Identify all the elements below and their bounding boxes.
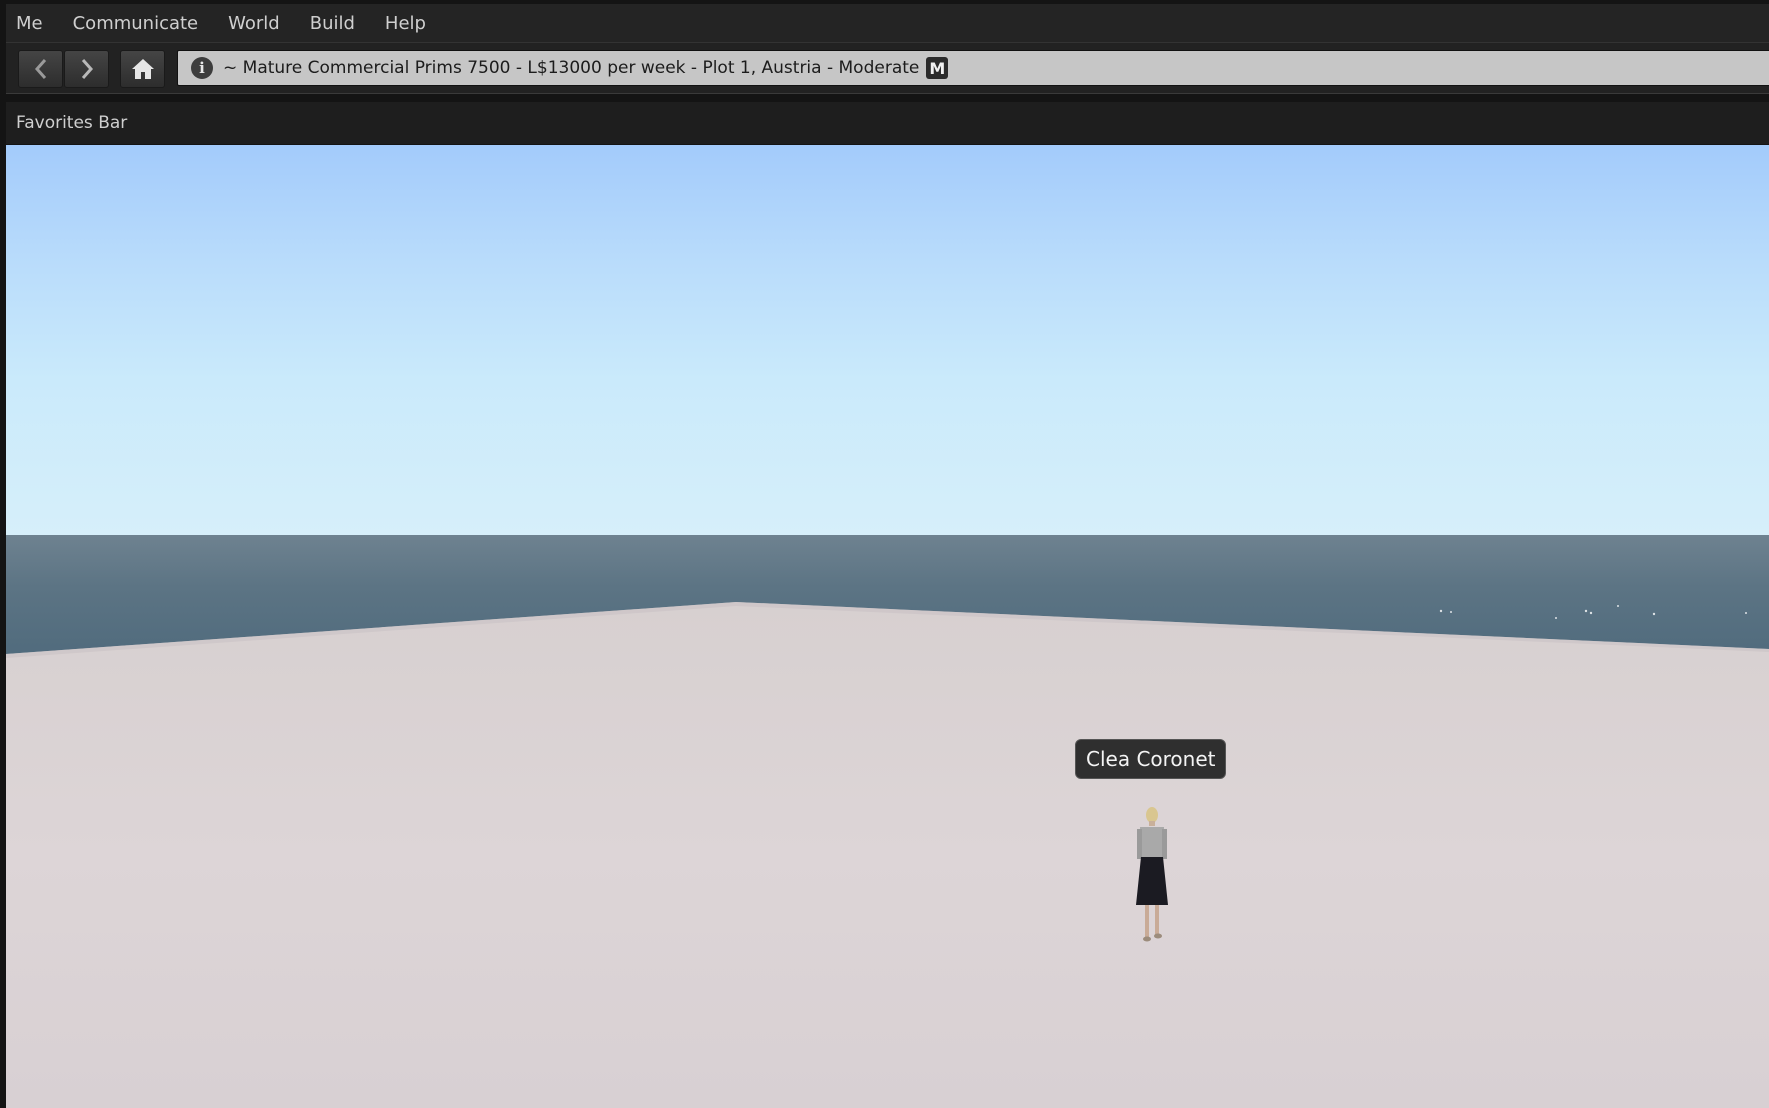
menu-me[interactable]: Me bbox=[6, 4, 58, 42]
world-viewport[interactable]: Clea Coronet bbox=[6, 145, 1769, 1108]
chevron-right-icon bbox=[81, 59, 93, 79]
maturity-badge[interactable]: M bbox=[926, 57, 949, 79]
location-bar[interactable]: i ~ Mature Commercial Prims 7500 - L$130… bbox=[177, 50, 1769, 86]
menu-bar: Me Communicate World Build Help bbox=[6, 4, 1769, 42]
water-sparkles bbox=[1439, 605, 1747, 619]
avatar-figure[interactable] bbox=[1128, 805, 1176, 945]
forward-button[interactable] bbox=[64, 50, 109, 88]
home-button[interactable] bbox=[120, 50, 165, 88]
back-button[interactable] bbox=[18, 50, 63, 88]
chevron-left-icon bbox=[34, 59, 46, 79]
info-icon[interactable]: i bbox=[191, 57, 213, 79]
avatar-name-tag: Clea Coronet bbox=[1075, 739, 1227, 779]
favorites-bar: Favorites Bar bbox=[6, 102, 1769, 144]
home-icon bbox=[131, 59, 154, 79]
navigation-bar: i ~ Mature Commercial Prims 7500 - L$130… bbox=[6, 42, 1769, 94]
location-text: ~ Mature Commercial Prims 7500 - L$13000… bbox=[223, 58, 920, 78]
ground bbox=[6, 602, 1769, 1108]
menu-help[interactable]: Help bbox=[370, 4, 441, 42]
menu-communicate[interactable]: Communicate bbox=[58, 4, 214, 42]
viewer-window: Me Communicate World Build Help i ~ Matu… bbox=[0, 0, 1769, 1108]
menu-world[interactable]: World bbox=[213, 4, 295, 42]
menu-build[interactable]: Build bbox=[295, 4, 370, 42]
favorites-bar-label: Favorites Bar bbox=[16, 113, 128, 133]
